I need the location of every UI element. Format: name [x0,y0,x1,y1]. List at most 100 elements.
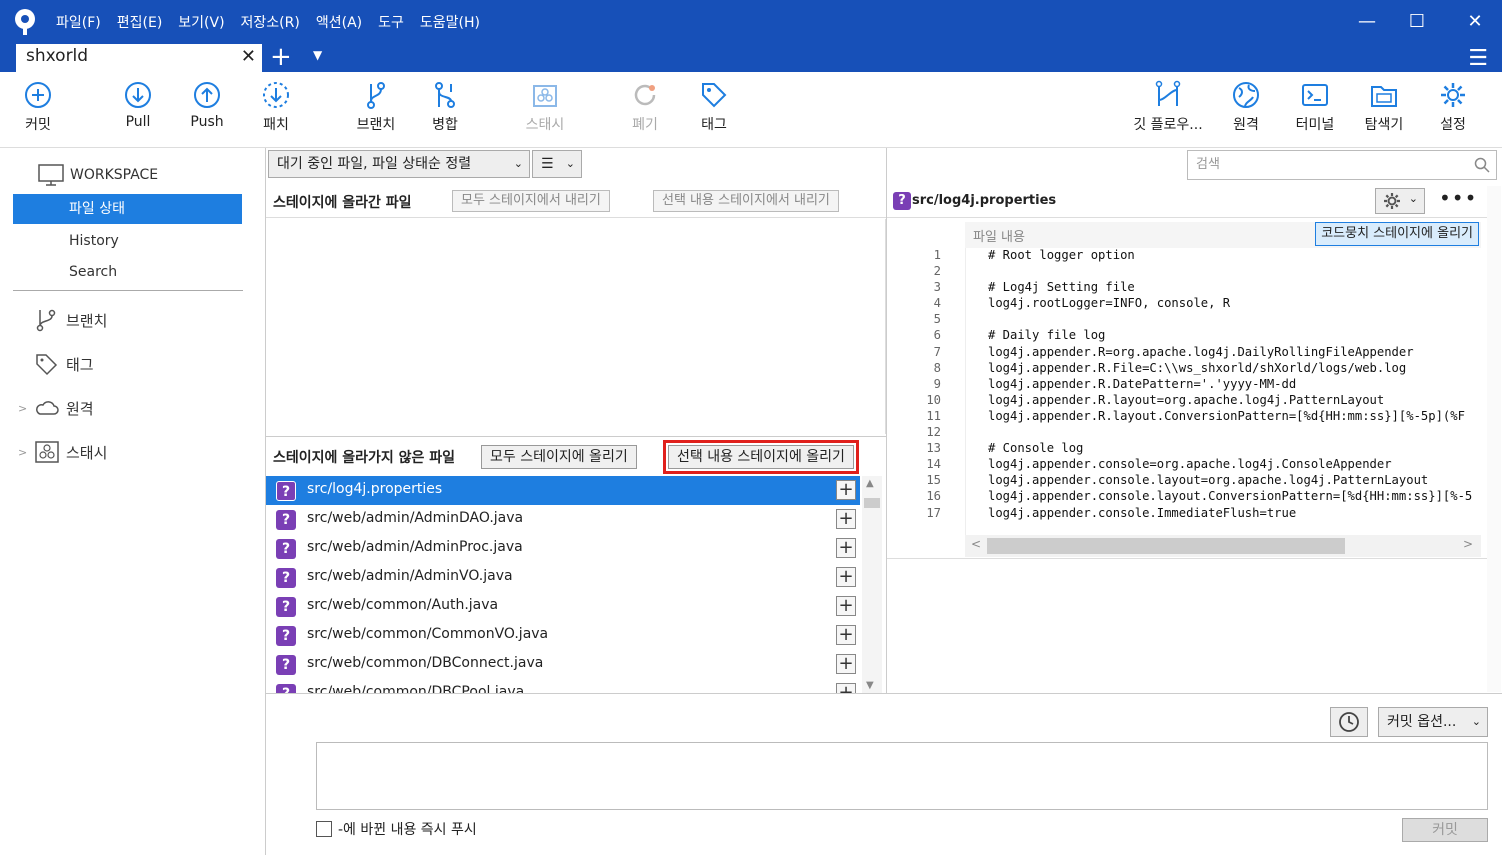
push-button[interactable]: Push [175,80,239,130]
pull-button[interactable]: Pull [106,80,170,130]
push-immediately-checkbox[interactable] [316,821,332,837]
sidebar-section-tags[interactable]: 태그 [18,351,94,377]
maximize-button[interactable]: ☐ [1402,8,1432,36]
stage-file-plus-icon[interactable]: + [836,625,856,645]
view-mode-dropdown[interactable]: ☰ ⌄ [532,150,582,178]
branch-icon [367,82,385,109]
unstage-all-button[interactable]: 모두 스테이지에서 내리기 [452,190,610,212]
sidebar-section-remotes[interactable]: > 원격 [18,395,94,421]
commit-history-button[interactable] [1330,707,1368,737]
list-item[interactable]: ? src/web/common/DBConnect.java + [266,650,860,679]
gear-icon [1384,193,1400,209]
stage-all-button[interactable]: 모두 스테이지에 올리기 [481,445,637,469]
minimize-button[interactable]: — [1352,8,1382,36]
diff-vertical-scrollbar[interactable] [1487,186,1501,692]
tab-list-dropdown[interactable]: ▼ [313,48,322,62]
stage-selected-button[interactable]: 선택 내용 스테이지에 올리기 [663,440,859,474]
discard-label: 폐기 [632,117,658,133]
sidebar-section-branches[interactable]: 브랜치 [18,307,107,333]
sidebar-section-label: 태그 [66,355,94,374]
tag-button[interactable]: 태그 [682,80,746,134]
chevron-right-icon[interactable]: > [18,402,34,415]
stage-file-plus-icon[interactable]: + [836,480,856,500]
merge-button[interactable]: 병합 [413,80,477,134]
scroll-up-icon[interactable]: ▲ [866,478,874,489]
chevron-down-icon: ⌄ [1408,192,1418,205]
stage-file-plus-icon[interactable]: + [836,654,856,674]
search-input[interactable]: 검색 [1187,150,1497,180]
code-line: 11 log4j.appender.R.layout.ConversionPatt… [926,408,1465,423]
menu-view[interactable]: 보기(V) [178,12,224,32]
unstage-selected-button[interactable]: 선택 내용 스테이지에서 내리기 [653,190,839,212]
scroll-right-icon[interactable]: > [1463,537,1473,551]
commit-options-label: 커밋 옵션... [1387,714,1457,730]
more-options-icon[interactable]: ••• [1439,186,1477,210]
code-horizontal-scrollbar[interactable]: < > [965,535,1481,557]
list-item[interactable]: ? src/log4j.properties + [266,476,860,505]
scrollbar-thumb[interactable] [987,538,1345,554]
staged-files-list [266,219,886,434]
scroll-left-icon[interactable]: < [971,537,981,551]
patch-button[interactable]: 패치 [244,80,308,134]
commit-button[interactable]: 커밋 [6,80,70,134]
list-item[interactable]: ? src/web/common/Auth.java + [266,592,860,621]
pull-label: Pull [125,114,151,130]
close-window-button[interactable]: ✕ [1460,8,1490,36]
code-line: 15 log4j.appender.console.layout=org.apac… [926,473,1429,488]
file-filter-dropdown[interactable]: 대기 중인 파일, 파일 상태순 정렬 ⌄ [268,150,530,178]
menu-tools[interactable]: 도구 [378,12,404,32]
scroll-down-icon[interactable]: ▼ [866,680,874,691]
code-line: 6 # Daily file log [933,328,1106,343]
commit-icon [25,82,51,108]
commit-options-dropdown[interactable]: 커밋 옵션... ⌄ [1378,707,1488,737]
terminal-button[interactable]: 터미널 [1283,80,1347,134]
file-list-scrollbar[interactable]: ▲ ▼ [862,476,882,693]
commit-message-textarea[interactable] [316,742,1488,810]
sidebar-section-label: 원격 [66,399,94,418]
file-path: src/web/admin/AdminDAO.java [307,510,524,526]
stage-file-plus-icon[interactable]: + [836,538,856,558]
list-item[interactable]: ? src/web/admin/AdminVO.java + [266,563,860,592]
menu-edit[interactable]: 편집(E) [117,12,163,32]
hamburger-menu-icon[interactable]: ☰ [1468,46,1488,71]
sidebar-item-history[interactable]: History [13,226,242,256]
stash-button[interactable]: 스태시 [513,80,577,134]
tab-repository[interactable]: shxorld ✕ [16,44,262,72]
scrollbar-thumb[interactable] [864,498,880,508]
hunk-label: 파일 내용 [973,230,1025,245]
sidebar-item-file-status[interactable]: 파일 상태 [13,194,242,224]
menu-repository[interactable]: 저장소(R) [241,12,300,32]
stage-file-plus-icon[interactable]: + [836,509,856,529]
settings-button[interactable]: 설정 [1421,80,1485,134]
list-item[interactable]: ? src/web/admin/AdminProc.java + [266,534,860,563]
list-item[interactable]: ? src/web/common/DBCPool.java + [266,679,860,693]
stage-file-plus-icon[interactable]: + [836,683,856,693]
close-tab-icon[interactable]: ✕ [241,46,256,67]
file-path: src/web/common/CommonVO.java [307,626,549,642]
menu-actions[interactable]: 액션(A) [316,12,362,32]
code-line: 1 # Root logger option [933,248,1135,262]
list-view-icon: ☰ [541,156,554,172]
discard-button[interactable]: 폐기 [613,80,677,134]
menu-file[interactable]: 파일(F) [56,12,101,32]
branch-label: 브랜치 [356,117,396,133]
git-flow-button[interactable]: 깃 플로우... [1128,80,1208,134]
unknown-file-icon: ? [276,539,296,559]
commit-submit-button[interactable]: 커밋 [1402,818,1488,842]
diff-options-dropdown[interactable]: ⌄ [1375,188,1425,214]
menu-help[interactable]: 도움말(H) [420,12,480,32]
sourcetree-logo-icon [15,9,35,35]
chevron-right-icon[interactable]: > [18,446,34,459]
stage-hunk-button[interactable]: 코드뭉치 스테이지에 올리기 [1315,222,1479,246]
remote-button[interactable]: 원격 [1214,80,1278,134]
list-item[interactable]: ? src/web/common/CommonVO.java + [266,621,860,650]
stage-file-plus-icon[interactable]: + [836,567,856,587]
list-item[interactable]: ? src/web/admin/AdminDAO.java + [266,505,860,534]
sidebar-section-stashes[interactable]: > 스태시 [18,439,107,465]
sidebar-item-search[interactable]: Search [13,257,242,287]
commit-label: 커밋 [25,117,51,133]
stage-file-plus-icon[interactable]: + [836,596,856,616]
new-tab-button[interactable]: + [270,42,292,72]
explorer-button[interactable]: 탐색기 [1352,80,1416,134]
branch-button[interactable]: 브랜치 [344,80,408,134]
